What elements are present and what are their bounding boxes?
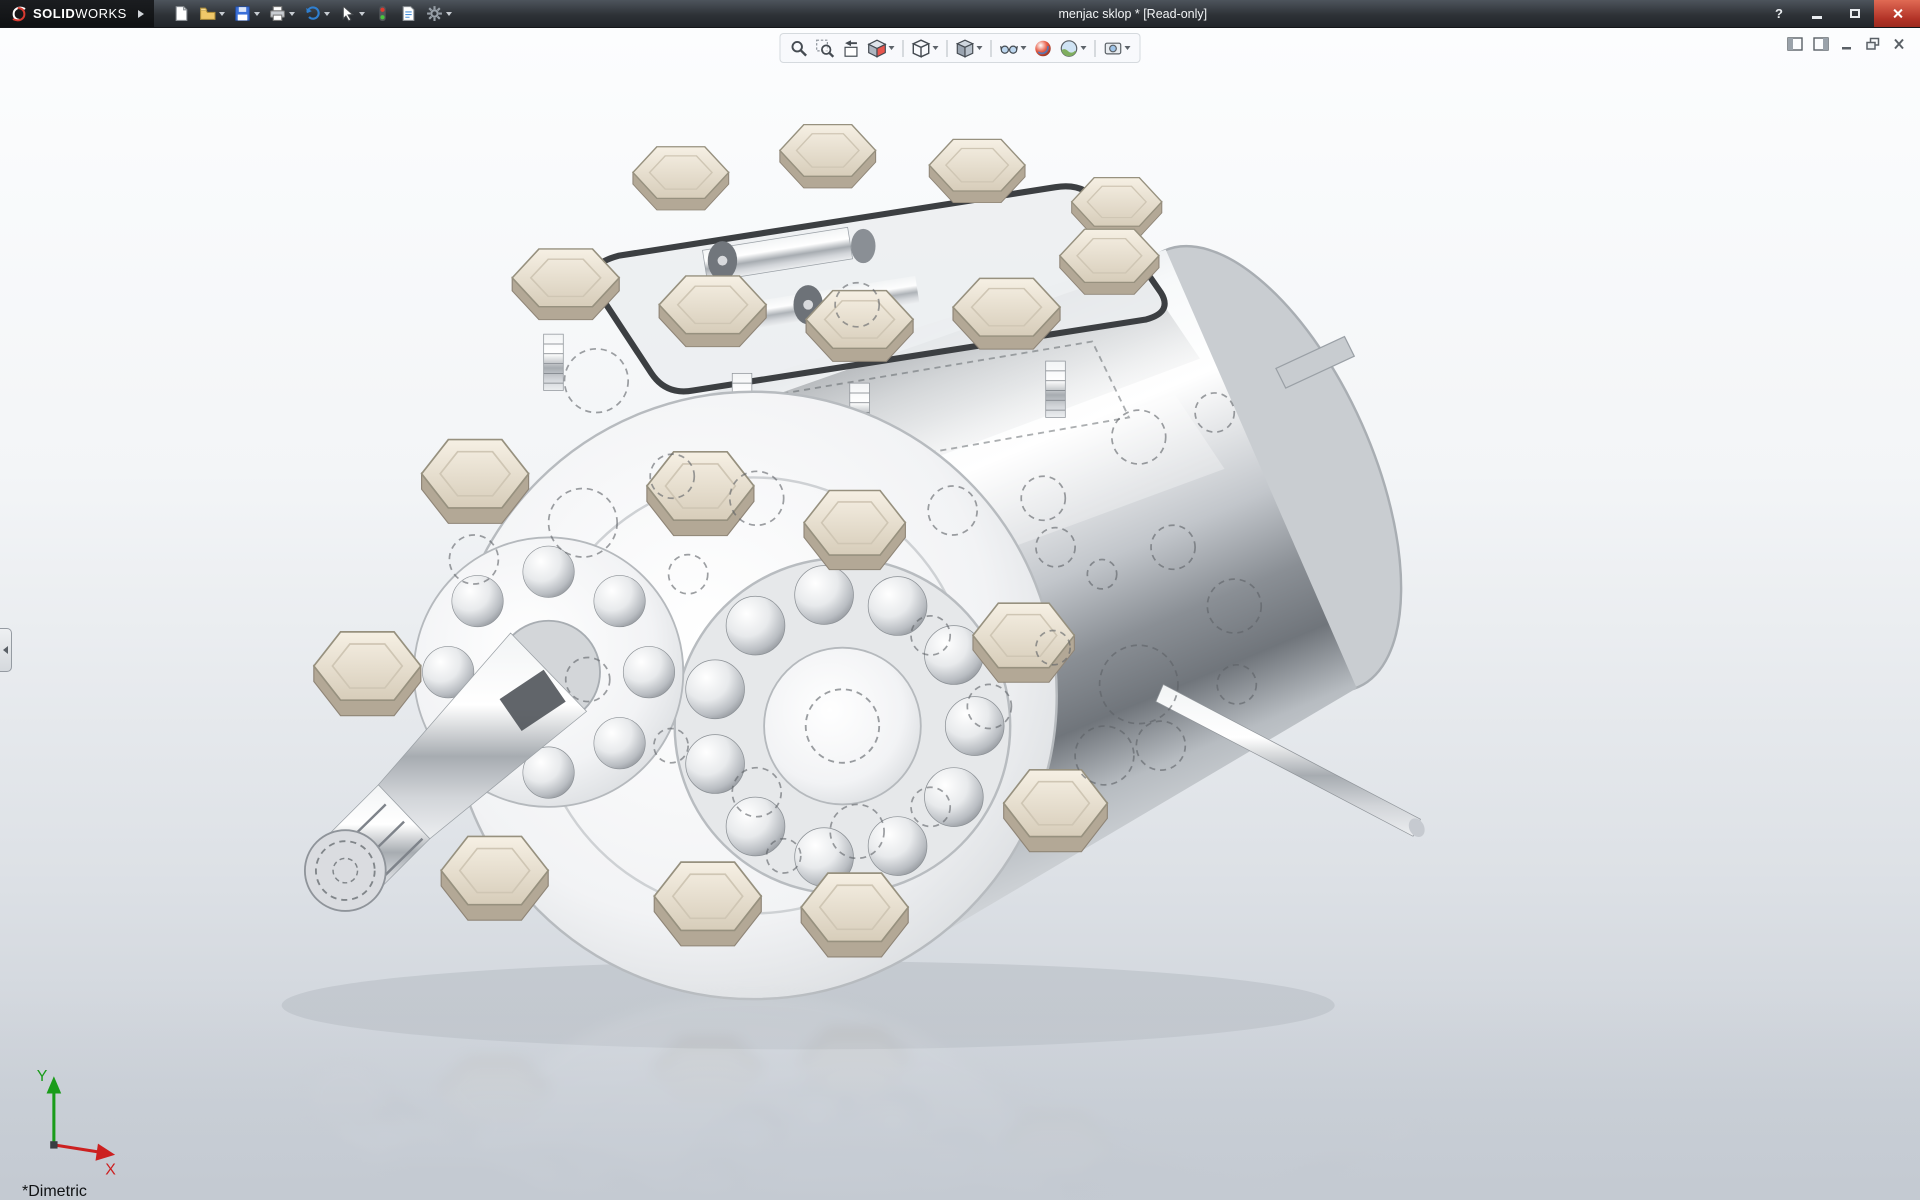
titlebar: SOLIDWORKS menjac sklop * [Read-only] ? bbox=[0, 0, 1920, 28]
file-properties-icon bbox=[400, 5, 417, 22]
display-style-icon bbox=[956, 39, 975, 58]
center-ball-bearing[interactable] bbox=[675, 558, 1011, 894]
toolbar-separator bbox=[1095, 40, 1096, 57]
standard-toolbar bbox=[170, 3, 455, 25]
zoom-to-fit-icon bbox=[790, 39, 809, 58]
previous-view-icon bbox=[842, 39, 861, 58]
new-document-button[interactable] bbox=[170, 3, 193, 25]
brand-bold: SOLID bbox=[33, 6, 75, 21]
edit-appearance-button[interactable] bbox=[1032, 36, 1055, 60]
restore-document-button[interactable] bbox=[1862, 34, 1884, 53]
help-button[interactable]: ? bbox=[1760, 0, 1798, 27]
chevron-left-icon bbox=[3, 646, 8, 654]
chevron-down-icon[interactable] bbox=[1125, 46, 1131, 50]
undo-icon bbox=[304, 5, 321, 22]
chevron-down-icon[interactable] bbox=[1021, 46, 1027, 50]
open-icon bbox=[199, 5, 216, 22]
section-view-button[interactable] bbox=[866, 36, 897, 60]
chevron-down-icon[interactable] bbox=[977, 46, 983, 50]
close-document-button[interactable] bbox=[1888, 34, 1910, 53]
open-button[interactable] bbox=[196, 3, 228, 25]
solidworks-logo-icon bbox=[10, 5, 28, 23]
file-properties-button[interactable] bbox=[397, 3, 420, 25]
chevron-down-icon[interactable] bbox=[219, 12, 225, 16]
task-pane-collapse-tab[interactable] bbox=[0, 628, 12, 672]
minimize-document-button[interactable] bbox=[1836, 34, 1858, 53]
close-document-icon bbox=[1891, 37, 1907, 51]
toggle-pane-right-button[interactable] bbox=[1810, 34, 1832, 53]
document-window-controls bbox=[1784, 34, 1910, 53]
chevron-down-icon[interactable] bbox=[289, 12, 295, 16]
chevron-down-icon[interactable] bbox=[254, 12, 260, 16]
triad-y-label: Y bbox=[37, 1068, 48, 1085]
reflection-fade bbox=[0, 995, 1920, 1200]
print-icon bbox=[269, 5, 286, 22]
select-button[interactable] bbox=[336, 3, 368, 25]
apply-scene-icon bbox=[1060, 39, 1079, 58]
minimize-icon bbox=[1812, 16, 1822, 19]
zoom-to-area-icon bbox=[816, 39, 835, 58]
toolbar-separator bbox=[903, 40, 904, 57]
brand-text: SOLIDWORKS bbox=[33, 6, 127, 21]
chevron-down-icon[interactable] bbox=[933, 46, 939, 50]
toggle-pane-left-icon bbox=[1787, 37, 1803, 51]
section-view-icon bbox=[868, 39, 887, 58]
view-orientation-button[interactable] bbox=[910, 36, 941, 60]
view-settings-icon bbox=[1104, 39, 1123, 58]
solidworks-logo: SOLIDWORKS bbox=[0, 0, 154, 27]
chevron-down-icon[interactable] bbox=[324, 12, 330, 16]
brand-regular: WORKS bbox=[75, 6, 127, 21]
chevron-down-icon[interactable] bbox=[446, 12, 452, 16]
window-controls: ? bbox=[1760, 0, 1920, 27]
toggle-pane-left-button[interactable] bbox=[1784, 34, 1806, 53]
minimize-document-icon bbox=[1839, 37, 1855, 51]
print-button[interactable] bbox=[266, 3, 298, 25]
undo-button[interactable] bbox=[301, 3, 333, 25]
save-icon bbox=[234, 5, 251, 22]
rebuild-icon bbox=[374, 5, 391, 22]
heads-up-view-toolbar bbox=[780, 33, 1141, 63]
restore-icon bbox=[1850, 9, 1860, 18]
restore-document-icon bbox=[1865, 37, 1881, 51]
save-button[interactable] bbox=[231, 3, 263, 25]
toolbar-separator bbox=[991, 40, 992, 57]
assembly-model[interactable] bbox=[305, 125, 1459, 1000]
zoom-to-area-button[interactable] bbox=[814, 36, 837, 60]
previous-view-button[interactable] bbox=[840, 36, 863, 60]
view-orientation-icon bbox=[912, 39, 931, 58]
graphics-area[interactable]: Y X bbox=[0, 28, 1920, 1200]
view-orientation-label: *Dimetric bbox=[22, 1183, 87, 1200]
view-settings-button[interactable] bbox=[1102, 36, 1133, 60]
new-document-icon bbox=[173, 5, 190, 22]
rebuild-button[interactable] bbox=[371, 3, 394, 25]
edit-appearance-icon bbox=[1034, 39, 1053, 58]
hide-show-items-button[interactable] bbox=[998, 36, 1029, 60]
triad-x-label: X bbox=[105, 1161, 116, 1178]
menu-flyout-arrow-icon[interactable] bbox=[138, 10, 144, 18]
chevron-down-icon[interactable] bbox=[1081, 46, 1087, 50]
close-button[interactable] bbox=[1874, 0, 1920, 27]
options-icon bbox=[426, 5, 443, 22]
restore-button[interactable] bbox=[1836, 0, 1874, 27]
toggle-pane-right-icon bbox=[1813, 37, 1829, 51]
options-button[interactable] bbox=[423, 3, 455, 25]
hide-show-items-icon bbox=[1000, 39, 1019, 58]
zoom-to-fit-button[interactable] bbox=[788, 36, 811, 60]
graphics-viewport[interactable]: Y X *Dimetric bbox=[0, 28, 1920, 1200]
close-icon bbox=[1892, 8, 1903, 19]
toolbar-separator bbox=[947, 40, 948, 57]
window-title: menjac sklop * [Read-only] bbox=[1058, 0, 1207, 28]
help-icon: ? bbox=[1775, 6, 1783, 21]
apply-scene-button[interactable] bbox=[1058, 36, 1089, 60]
chevron-down-icon[interactable] bbox=[359, 12, 365, 16]
select-icon bbox=[339, 5, 356, 22]
minimize-button[interactable] bbox=[1798, 0, 1836, 27]
display-style-button[interactable] bbox=[954, 36, 985, 60]
chevron-down-icon[interactable] bbox=[889, 46, 895, 50]
